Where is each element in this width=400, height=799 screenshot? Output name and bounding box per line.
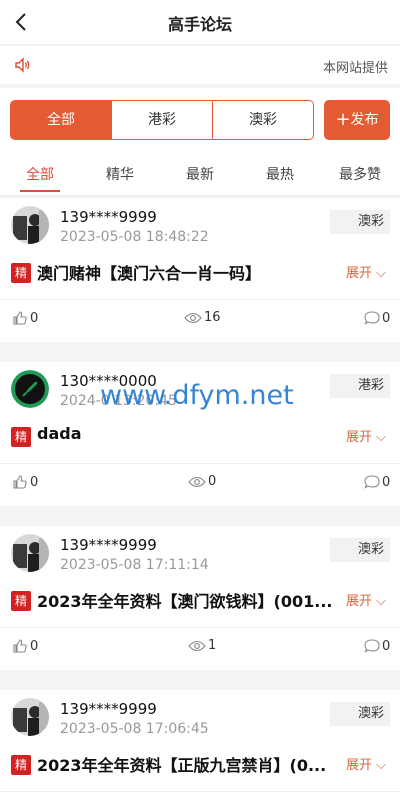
comment-button[interactable]: 0	[364, 310, 390, 326]
expand-button[interactable]: 展开 ⌵	[346, 262, 386, 281]
comment-count: 0	[382, 310, 391, 326]
thumbs-up-icon	[13, 475, 27, 489]
thumbs-up-icon	[13, 639, 27, 653]
featured-badge: 精	[11, 263, 31, 283]
chevron-down-icon: ⌵	[372, 430, 386, 445]
segment-hk[interactable]: 港彩	[111, 101, 212, 139]
view-count: 0	[208, 474, 217, 489]
publish-label: 发布	[350, 112, 379, 128]
like-count: 0	[30, 638, 39, 654]
speaker-icon	[15, 57, 30, 73]
post-category-tag: 澳彩	[330, 538, 390, 562]
post-card[interactable]: 139****9999 2023-05-08 18:48:22 澳彩 精 澳门赌…	[0, 198, 400, 342]
post-card[interactable]: 139****9999 2023-05-08 17:06:45 澳彩 精 202…	[0, 690, 400, 799]
post-title[interactable]: 2023年全年资料【正版九宫禁肖】(0...	[37, 752, 337, 776]
divider	[0, 463, 400, 464]
expand-label: 展开	[345, 430, 372, 445]
post-card[interactable]: 139****9999 2023-05-08 17:11:14 澳彩 精 202…	[0, 526, 400, 670]
comment-button[interactable]: 0	[364, 638, 390, 654]
post-title[interactable]: 澳门赌神【澳门六合一肖一码】	[37, 260, 337, 284]
filter-hottest[interactable]: 最热	[266, 164, 294, 184]
chevron-down-icon: ⌵	[372, 758, 386, 773]
user-avatar[interactable]	[11, 206, 49, 244]
comment-icon	[364, 311, 380, 325]
comment-icon	[364, 475, 380, 489]
view-count-stat: 16	[184, 310, 221, 325]
expand-label: 展开	[345, 266, 372, 281]
filter-tabs: 全部 精华 最新 最热 最多赞	[0, 154, 400, 196]
post-category-tag: 澳彩	[330, 210, 390, 234]
filter-most-liked[interactable]: 最多赞	[339, 164, 381, 184]
category-bar: 全部 港彩 澳彩 +发布	[0, 88, 400, 154]
view-count-stat: 1	[188, 638, 216, 653]
divider	[0, 299, 400, 300]
view-count: 1	[208, 638, 217, 653]
thumbs-up-icon	[13, 311, 27, 325]
user-avatar[interactable]	[11, 698, 49, 736]
like-button[interactable]: 0	[12, 310, 38, 326]
like-count: 0	[30, 310, 39, 326]
like-count: 0	[30, 474, 39, 490]
top-bar: 高手论坛	[0, 0, 400, 44]
comment-button[interactable]: 0	[364, 474, 390, 490]
eye-icon	[188, 640, 206, 651]
like-button[interactable]: 0	[12, 474, 38, 490]
chevron-down-icon: ⌵	[372, 266, 386, 281]
watermark-text: www.dfym.net	[100, 380, 294, 411]
expand-label: 展开	[345, 758, 372, 773]
post-timestamp: 2023-05-08 17:06:45	[60, 721, 209, 737]
eye-icon	[188, 476, 206, 487]
chevron-down-icon: ⌵	[372, 594, 386, 609]
featured-badge: 精	[11, 755, 31, 775]
segment-all[interactable]: 全部	[11, 101, 111, 139]
post-timestamp: 2023-05-08 18:48:22	[60, 229, 209, 245]
notice-bar: 本网站提供	[0, 46, 400, 84]
post-username: 139****9999	[60, 208, 157, 226]
post-title[interactable]: dada	[37, 424, 337, 443]
user-avatar[interactable]	[11, 370, 49, 408]
view-count: 16	[204, 310, 221, 325]
expand-button[interactable]: 展开 ⌵	[346, 590, 386, 609]
divider	[0, 791, 400, 792]
filter-latest[interactable]: 最新	[186, 164, 214, 184]
expand-button[interactable]: 展开 ⌵	[346, 426, 386, 445]
expand-label: 展开	[345, 594, 372, 609]
expand-button[interactable]: 展开 ⌵	[346, 754, 386, 773]
post-category-tag: 港彩	[330, 374, 390, 398]
featured-badge: 精	[11, 591, 31, 611]
featured-badge: 精	[11, 427, 31, 447]
divider	[0, 627, 400, 628]
post-title[interactable]: 2023年全年资料【澳门欲钱料】(001...	[37, 588, 337, 612]
notice-text: 本网站提供	[322, 61, 388, 76]
eye-icon	[184, 312, 202, 323]
plus-icon: +	[335, 109, 351, 130]
publish-button[interactable]: +发布	[324, 100, 390, 140]
comment-count: 0	[382, 638, 391, 654]
view-count-stat: 0	[188, 474, 216, 489]
like-button[interactable]: 0	[12, 638, 38, 654]
comment-count: 0	[382, 474, 391, 490]
post-username: 139****9999	[60, 536, 157, 554]
filter-featured[interactable]: 精华	[106, 164, 134, 184]
segment-macau[interactable]: 澳彩	[212, 101, 313, 139]
active-tab-underline	[20, 190, 60, 192]
post-category-tag: 澳彩	[330, 702, 390, 726]
post-timestamp: 2023-05-08 17:11:14	[60, 557, 209, 573]
segment-control: 全部 港彩 澳彩	[10, 100, 314, 140]
filter-all[interactable]: 全部	[26, 164, 54, 184]
page-title: 高手论坛	[167, 15, 232, 34]
comment-icon	[364, 639, 380, 653]
user-avatar[interactable]	[11, 534, 49, 572]
post-username: 139****9999	[60, 700, 157, 718]
